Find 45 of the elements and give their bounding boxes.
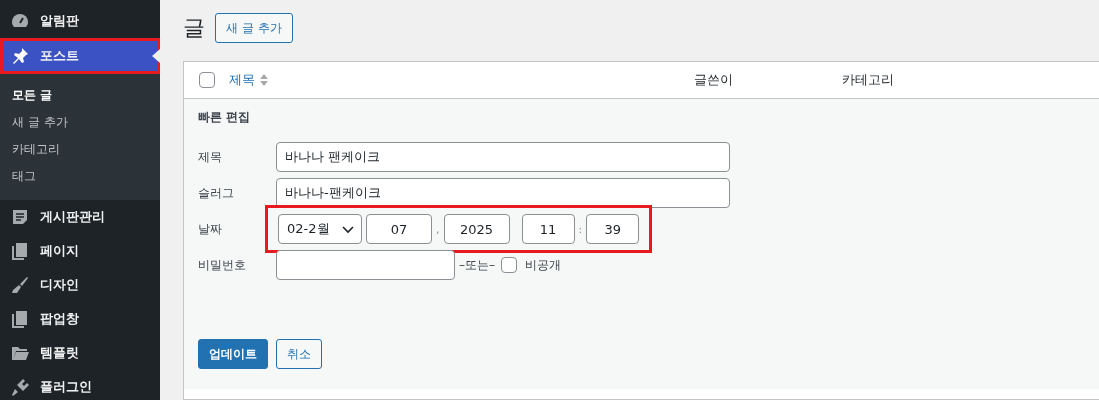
sidebar-item[interactable]: 플러그인 (0, 370, 160, 400)
pages-icon (10, 241, 30, 261)
quick-edit-heading: 빠른 편집 (198, 109, 252, 126)
select-all-checkbox[interactable] (198, 72, 215, 88)
submenu-item[interactable]: 카테고리 (0, 136, 160, 163)
month-select[interactable]: 02-2월 (278, 214, 362, 244)
sort-icon[interactable] (259, 73, 269, 87)
field-label: 제목 (198, 148, 223, 166)
sidebar-item[interactable]: 팝업창 (0, 302, 160, 336)
submenu-item[interactable]: 새 글 추가 (0, 109, 160, 136)
day-field[interactable]: 07 (366, 214, 432, 244)
brush-icon (10, 275, 30, 295)
sidebar-item[interactable]: 게시판관리 (0, 200, 160, 234)
column-header: 카테고리 (842, 71, 894, 89)
field-label: 비밀번호 (198, 256, 247, 274)
private-checkbox[interactable] (501, 257, 517, 273)
page-title: 글 (183, 14, 205, 42)
hour-field[interactable]: 11 (521, 214, 575, 244)
update-button[interactable]: 업데이트 (198, 339, 268, 369)
plug-icon (10, 377, 30, 397)
field-label: 슬러그 (198, 184, 235, 202)
or-text: –또는– (459, 256, 495, 274)
title-field[interactable]: 바나나 팬케이크 (276, 142, 730, 172)
column-header: 글쓴이 (694, 71, 733, 89)
date-separator: , (436, 222, 440, 236)
sidebar-item[interactable]: 디자인 (0, 268, 160, 302)
add-new-button[interactable]: 새 글 추가 (215, 13, 293, 43)
sidebar-item[interactable]: 알림판 (0, 4, 160, 38)
slug-field[interactable]: 바나나-팬케이크 (276, 178, 730, 208)
column-header[interactable]: 제목 (229, 71, 255, 89)
sidebar-item[interactable]: 템플릿 (0, 336, 160, 370)
minute-field[interactable]: 39 (586, 214, 640, 244)
board-icon (10, 207, 30, 227)
pages-icon (10, 309, 30, 329)
cancel-button[interactable]: 취소 (276, 339, 322, 369)
submenu-item[interactable]: 모든 글 (0, 82, 160, 109)
password-field[interactable] (276, 250, 455, 280)
sidebar-item[interactable]: 포스트 (0, 38, 160, 74)
sidebar-item[interactable]: 페이지 (0, 234, 160, 268)
year-field[interactable]: 2025 (443, 214, 510, 244)
time-separator: : (578, 222, 583, 236)
submenu-item[interactable]: 태그 (0, 163, 160, 190)
private-label: 비공개 (525, 256, 561, 274)
current-pointer-icon (152, 49, 160, 63)
field-label: 날짜 (198, 220, 223, 238)
